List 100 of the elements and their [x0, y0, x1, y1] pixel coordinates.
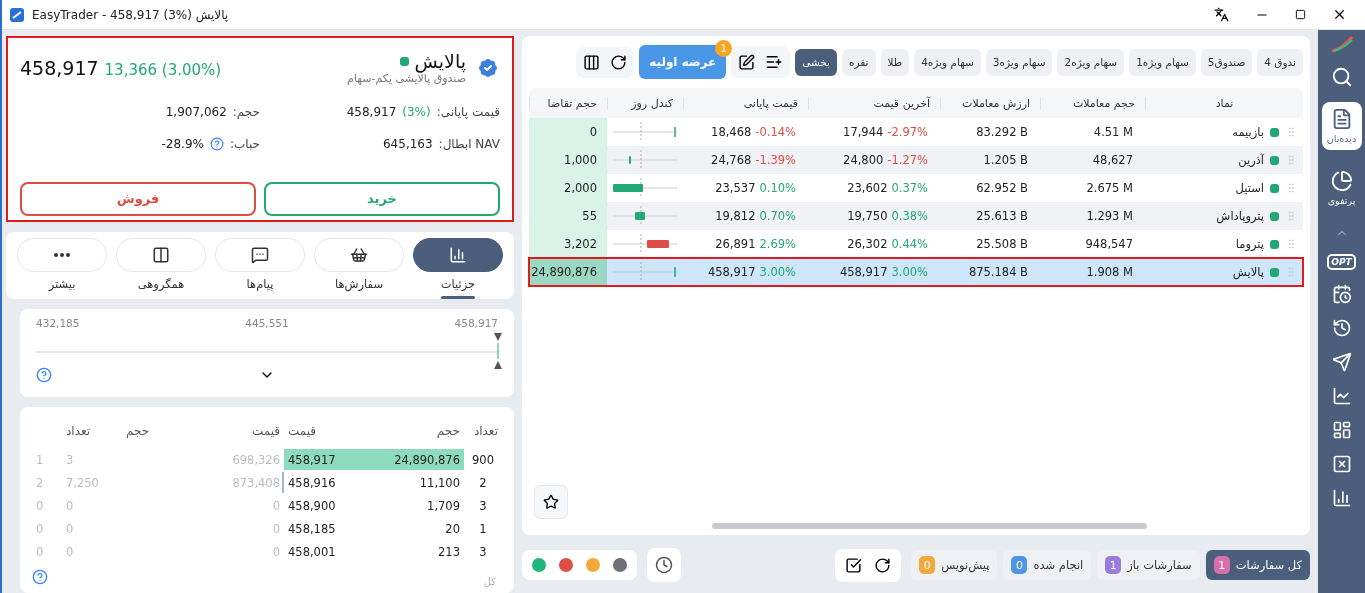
table-cell: 1,709: [427, 498, 460, 513]
table-cell: 24,890,876: [529, 258, 607, 286]
window-title: EasyTrader - 458,917 (3%) پالایش: [32, 7, 230, 22]
drag-handle-icon[interactable]: [1285, 210, 1297, 222]
clock-button[interactable]: [647, 548, 681, 582]
watchlist-tab[interactable]: ندوق 4: [1257, 48, 1303, 76]
symbol-name: پالایش: [1232, 265, 1264, 279]
watchlist-tab[interactable]: سهام ویژه1: [1129, 48, 1196, 76]
table-cell-text: 900: [471, 452, 495, 467]
table-cell-text: 948,547: [1084, 236, 1134, 252]
pie-chart-icon: [1330, 170, 1353, 192]
count-badge: 1: [1105, 556, 1122, 574]
status-dot[interactable]: [586, 558, 600, 572]
table-cell-text: 0: [35, 544, 45, 559]
drag-handle-icon[interactable]: [1285, 266, 1297, 278]
table-cell: 458,001: [288, 544, 336, 559]
watchlist-tab[interactable]: بخشی: [795, 48, 837, 76]
table-cell-text: 2: [478, 475, 488, 490]
refresh-icon[interactable]: [610, 53, 628, 71]
table-cell-text: 24,800 -1.27%: [842, 152, 929, 168]
watchlist-tab[interactable]: طلا: [880, 48, 910, 76]
table-cell-text: 19,750 0.38%: [846, 208, 929, 224]
table-cell-text: 62.952 B: [975, 180, 1029, 196]
dashboard-icon[interactable]: [1331, 420, 1352, 440]
status-dot[interactable]: [532, 558, 546, 572]
table-cell: 458,185: [288, 521, 336, 536]
column-header: کندل روز: [607, 96, 683, 110]
sell-button[interactable]: فروش: [20, 181, 256, 216]
translate-icon[interactable]: [1214, 7, 1229, 22]
table-cell-text: 3: [478, 544, 488, 559]
help-icon[interactable]: [209, 137, 224, 151]
search-icon[interactable]: [1330, 66, 1353, 88]
watchlist-tab[interactable]: سهام ویژه4: [914, 48, 981, 76]
drag-handle-icon[interactable]: [1285, 126, 1297, 138]
chat-icon: [251, 245, 269, 264]
symbol-name: آذرین: [1238, 153, 1264, 167]
drag-handle-icon[interactable]: [1285, 238, 1297, 250]
status-dot[interactable]: [559, 558, 573, 572]
watchlist-tab[interactable]: صندوق5: [1200, 48, 1253, 76]
bar-chart-icon: [449, 245, 467, 264]
symbol-name: پالایش: [414, 50, 466, 72]
table-cell-text: 3: [478, 498, 488, 513]
table-cell: 0: [272, 498, 280, 513]
close-square-icon[interactable]: [1331, 454, 1352, 474]
maximize-icon[interactable]: [1295, 9, 1306, 20]
watchlist-tab[interactable]: سهام ویژه3: [985, 48, 1053, 76]
options-icon[interactable]: OPT: [1327, 254, 1356, 270]
watchlist-tab[interactable]: سهام ویژه2: [1057, 48, 1125, 76]
add-favorite-button[interactable]: [534, 485, 568, 519]
stat-change: (3%): [402, 105, 431, 119]
table-cell-text: 17,944 -2.97%: [842, 124, 929, 140]
add-list-icon[interactable]: [765, 53, 784, 71]
stat-label: قیمت پایانی:: [436, 105, 500, 119]
price-change: 13,366 (3.00%): [104, 60, 222, 79]
table-cell: 1,000: [529, 146, 607, 174]
star-icon: [543, 494, 559, 510]
range-label: 432,185: [36, 317, 80, 330]
table-cell: 24,890,876: [394, 452, 460, 467]
column-header: تعداد: [65, 423, 92, 438]
table-cell-text: 0: [35, 521, 45, 536]
table-cell-text: 458,917 3.00%: [838, 264, 929, 280]
watchlist-tab[interactable]: نقره: [842, 48, 876, 76]
send-icon[interactable]: [1331, 352, 1352, 372]
status-dot[interactable]: [613, 558, 627, 572]
line-chart-icon[interactable]: [1331, 386, 1352, 406]
help-icon[interactable]: [32, 569, 48, 585]
close-icon[interactable]: [1332, 7, 1347, 22]
drag-handle-icon[interactable]: [1285, 154, 1297, 166]
sidebar-item[interactable]: دیده‌بان: [1321, 102, 1362, 150]
table-cell: 20: [445, 521, 460, 536]
table-cell: 55: [529, 202, 607, 230]
range-label: 445,551: [245, 317, 289, 330]
column-header: حجم: [125, 423, 151, 438]
table-cell-text: 26,891 2.69%: [714, 236, 797, 252]
columns-icon[interactable]: [583, 53, 601, 71]
refresh-icon[interactable]: [874, 556, 892, 574]
table-cell-text: 24,768 -1.39%: [710, 152, 797, 168]
count-badge: 0: [919, 556, 936, 574]
table-cell-text: 4.51 M: [1092, 124, 1134, 140]
table-cell-text: 23,602 0.37%: [846, 180, 929, 196]
table-cell: 698,326: [232, 452, 280, 467]
candle-drawing: [611, 206, 679, 226]
brand-logo-icon: [1330, 36, 1353, 52]
drag-handle-icon[interactable]: [1285, 182, 1297, 194]
table-cell-text: 48,627: [1091, 152, 1134, 168]
table-cell: 0: [529, 118, 607, 146]
history-icon[interactable]: [1331, 318, 1352, 338]
edit-icon[interactable]: [738, 53, 756, 71]
basket-icon: [350, 245, 368, 264]
bar-chart-icon[interactable]: [1331, 488, 1352, 508]
table-cell-text: 26,302 0.44%: [846, 236, 929, 252]
column-header: حجم تقاضا: [529, 96, 607, 110]
calendar-clock-icon[interactable]: [1331, 284, 1352, 304]
table-cell-text: 23,537 0.10%: [714, 180, 797, 196]
table-cell-text: 83.292 B: [975, 124, 1029, 140]
check-all-icon[interactable]: [845, 556, 863, 574]
help-icon[interactable]: [36, 367, 52, 384]
count-badge: 0: [1011, 556, 1028, 574]
sidebar-item[interactable]: پرتفوی: [1321, 164, 1362, 212]
candle-drawing: [611, 262, 679, 282]
